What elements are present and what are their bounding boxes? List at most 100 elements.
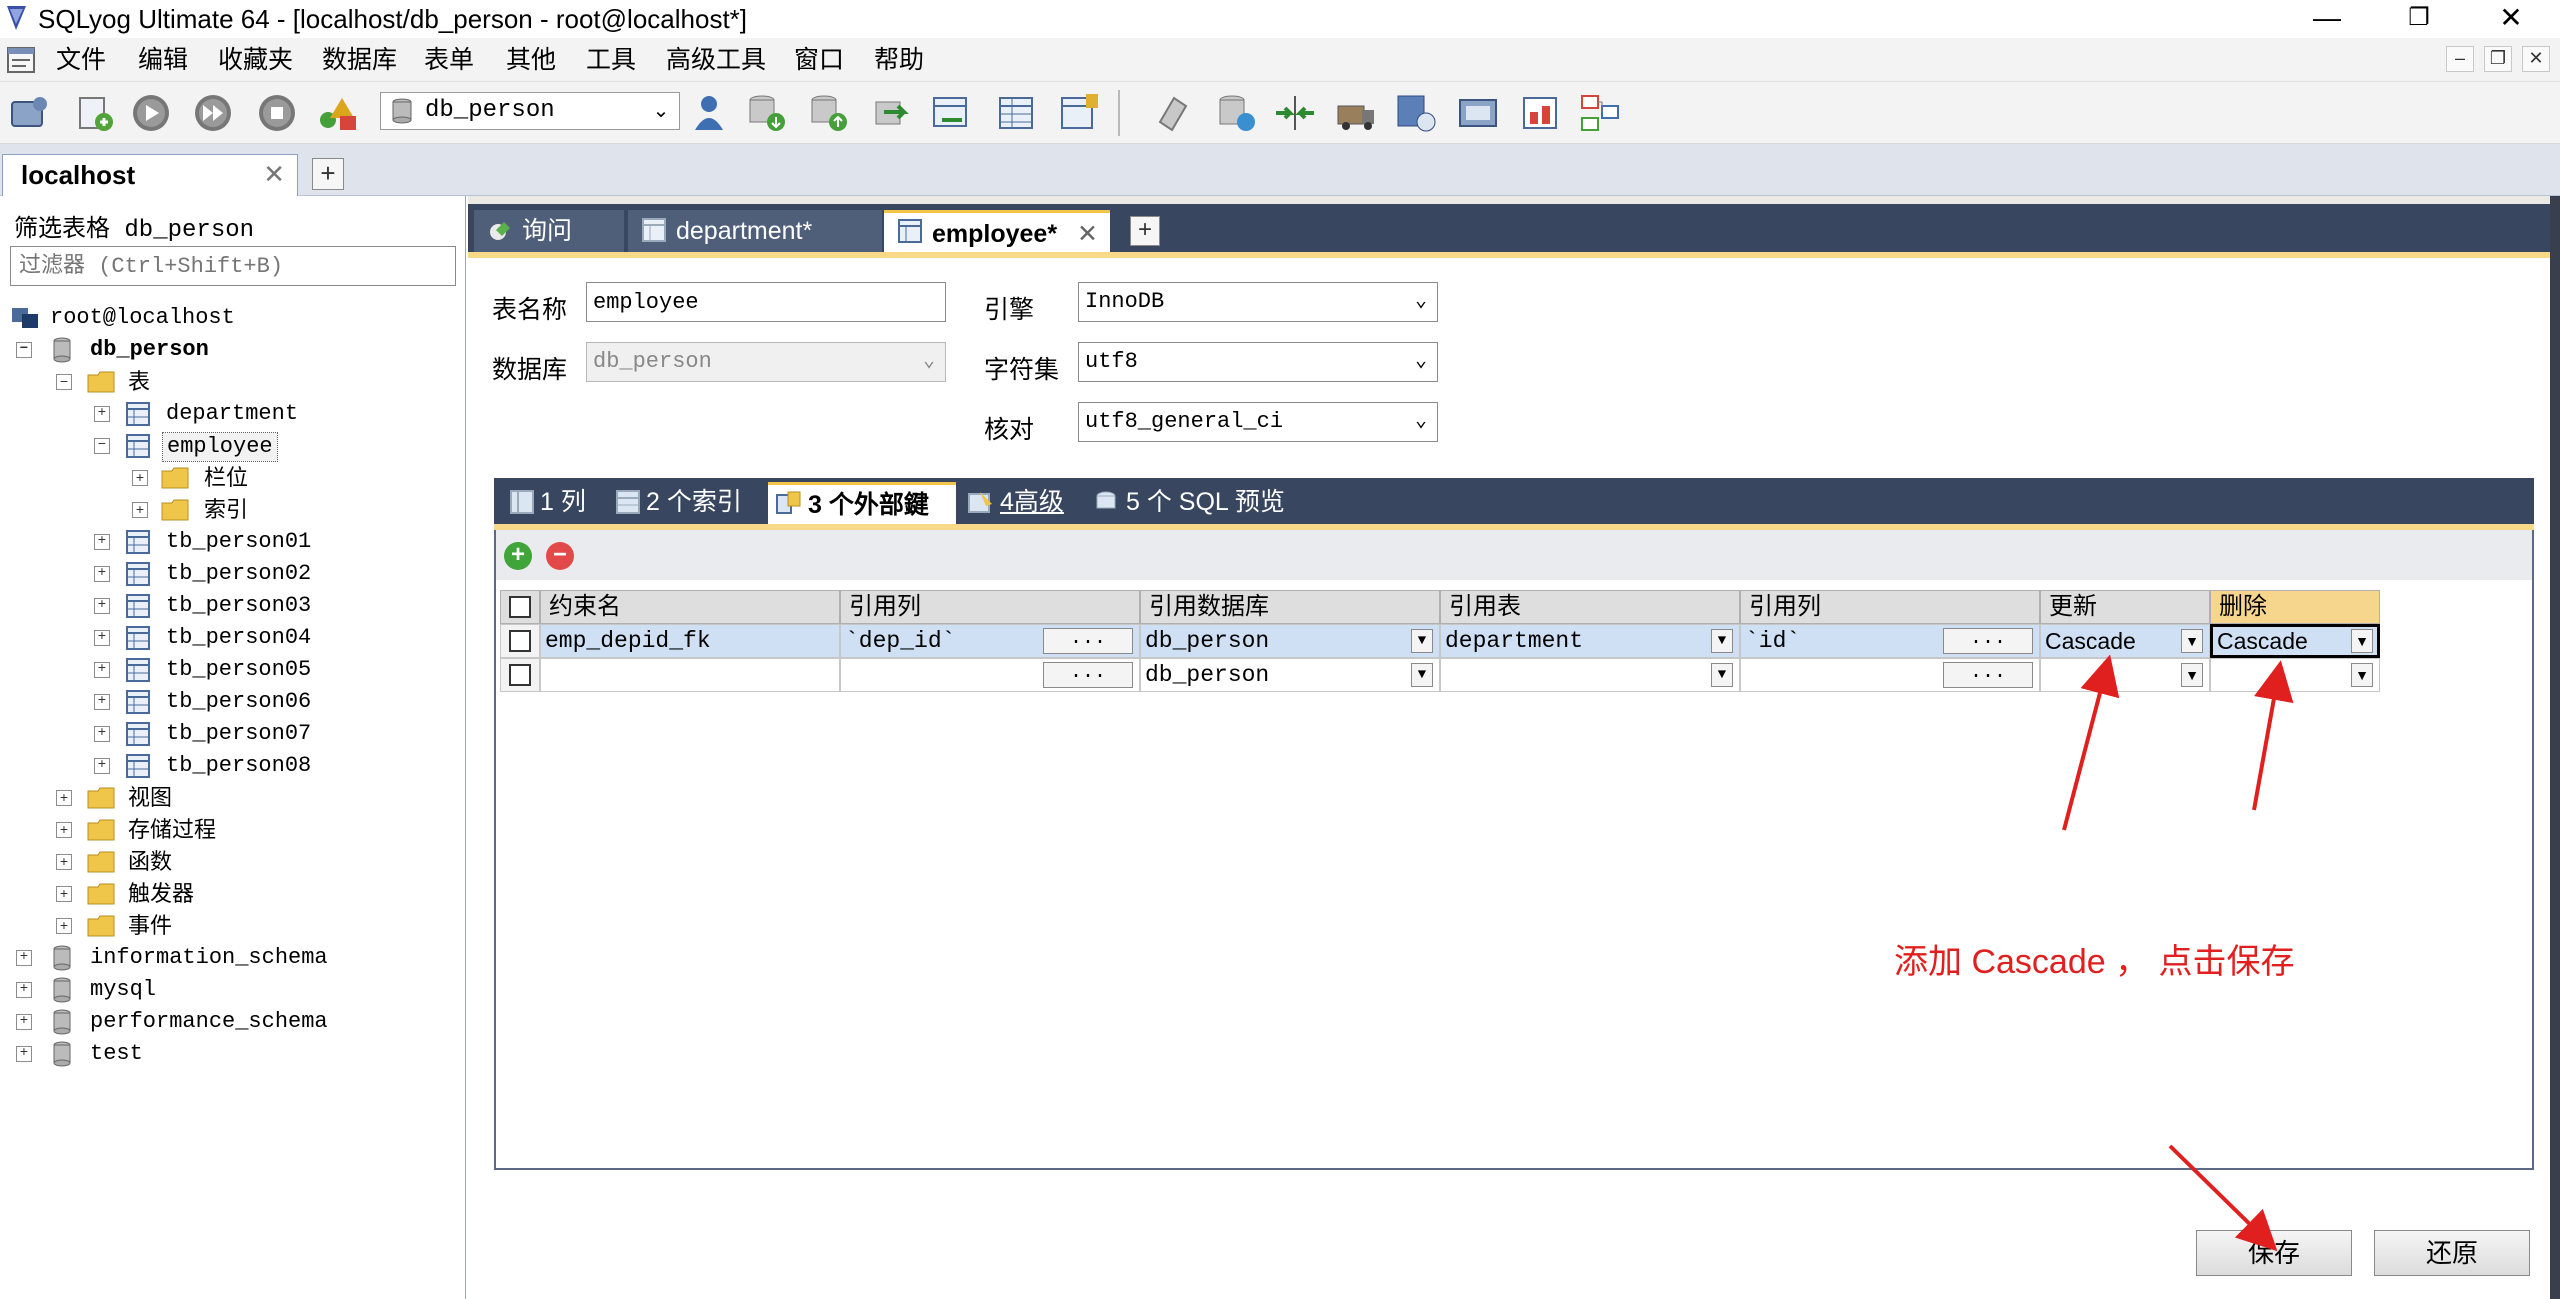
save-button[interactable]: 保存 xyxy=(2196,1230,2352,1276)
column-header-referencing-column[interactable]: 引用列 xyxy=(840,590,1140,624)
expand-toggle-icon[interactable]: + xyxy=(132,502,148,518)
row-select-cell[interactable] xyxy=(500,658,540,692)
row-checkbox[interactable] xyxy=(509,630,531,652)
row-select-cell[interactable] xyxy=(500,624,540,658)
expand-toggle-icon[interactable]: + xyxy=(56,790,72,806)
expand-toggle-icon[interactable]: + xyxy=(94,534,110,550)
expand-toggle-icon[interactable]: + xyxy=(56,918,72,934)
collapse-toggle-icon[interactable]: − xyxy=(56,374,72,390)
revert-button[interactable]: 还原 xyxy=(2374,1230,2530,1276)
expand-toggle-icon[interactable]: + xyxy=(16,982,32,998)
charset-select[interactable]: utf8 ⌄ xyxy=(1078,342,1438,382)
dropdown-arrow-icon[interactable]: ▼ xyxy=(2181,663,2203,687)
expand-toggle-icon[interactable]: + xyxy=(16,950,32,966)
expand-toggle-icon[interactable]: + xyxy=(94,694,110,710)
query-builder-icon[interactable] xyxy=(316,92,362,134)
tab-employee[interactable]: employee* ✕ xyxy=(884,210,1110,252)
maximize-button[interactable]: ❐ xyxy=(2384,0,2454,38)
scheduled-jobs-icon[interactable] xyxy=(1150,92,1196,134)
select-all-checkbox[interactable] xyxy=(509,596,531,618)
constraint-name-cell[interactable]: emp_depid_fk xyxy=(540,624,840,658)
dropdown-arrow-icon[interactable]: ▼ xyxy=(1711,629,1733,653)
collapse-toggle-icon[interactable]: − xyxy=(94,438,110,454)
collapse-toggle-icon[interactable]: − xyxy=(16,342,32,358)
table-schema-icon[interactable] xyxy=(1056,92,1102,134)
expand-toggle-icon[interactable]: + xyxy=(94,630,110,646)
on-update-cell[interactable]: ▼ xyxy=(2040,658,2210,692)
close-tab-icon[interactable]: ✕ xyxy=(263,159,285,190)
execute-all-icon[interactable] xyxy=(190,92,236,134)
expand-toggle-icon[interactable]: + xyxy=(16,1014,32,1030)
expand-toggle-icon[interactable]: + xyxy=(56,822,72,838)
menu-file[interactable]: 文件 xyxy=(56,44,106,76)
new-query-icon[interactable] xyxy=(72,92,118,134)
mdi-close-button[interactable]: ✕ xyxy=(2522,46,2550,72)
dropdown-arrow-icon[interactable]: ▼ xyxy=(2351,663,2373,687)
close-button[interactable]: ✕ xyxy=(2476,0,2546,38)
query-profiler-icon[interactable] xyxy=(1518,92,1564,134)
menu-window[interactable]: 窗口 xyxy=(794,44,844,76)
new-tab-button[interactable]: + xyxy=(1130,216,1160,246)
tab-columns[interactable]: 1 列 xyxy=(500,482,604,524)
mdi-restore-button[interactable]: ❐ xyxy=(2484,46,2512,72)
new-connection-tab-button[interactable]: + xyxy=(312,158,344,190)
column-header-constraint-name[interactable]: 约束名 xyxy=(540,590,840,624)
referencing-column-cell[interactable]: `dep_id` ... xyxy=(840,624,1140,658)
expand-toggle-icon[interactable]: + xyxy=(94,726,110,742)
schema-compare-icon[interactable] xyxy=(1272,92,1318,134)
menu-database[interactable]: 数据库 xyxy=(322,44,397,76)
select-all-header[interactable] xyxy=(500,590,540,624)
menu-favorites[interactable]: 收藏夹 xyxy=(218,44,293,76)
menu-tools[interactable]: 工具 xyxy=(586,44,636,76)
execute-query-icon[interactable] xyxy=(128,92,174,134)
referenced-table-cell[interactable]: department ▼ xyxy=(1440,624,1740,658)
tab-query[interactable]: 询问 xyxy=(474,210,624,252)
referenced-database-cell[interactable]: db_person ▼ xyxy=(1140,658,1440,692)
expand-toggle-icon[interactable]: + xyxy=(56,854,72,870)
db-sync-icon[interactable] xyxy=(1214,92,1260,134)
user-manager-icon[interactable] xyxy=(686,92,732,134)
dropdown-arrow-icon[interactable]: ▼ xyxy=(1711,663,1733,687)
tab-department[interactable]: department* xyxy=(628,210,882,252)
dropdown-arrow-icon[interactable]: ▼ xyxy=(1411,663,1433,687)
expand-toggle-icon[interactable]: + xyxy=(56,886,72,902)
tab-indexes[interactable]: 2 个索引 xyxy=(606,482,764,524)
expand-toggle-icon[interactable]: + xyxy=(132,470,148,486)
on-delete-cell[interactable]: ▼ xyxy=(2210,658,2380,692)
referenced-database-cell[interactable]: db_person ▼ xyxy=(1140,624,1440,658)
dropdown-arrow-icon[interactable]: ▼ xyxy=(1411,629,1433,653)
restore-database-icon[interactable] xyxy=(806,92,852,134)
pick-columns-button[interactable]: ... xyxy=(1943,628,2033,654)
referenced-column-cell[interactable]: `id` ... xyxy=(1740,624,2040,658)
expand-toggle-icon[interactable]: + xyxy=(94,598,110,614)
table-data-icon[interactable] xyxy=(994,92,1040,134)
column-header-referenced-table[interactable]: 引用表 xyxy=(1440,590,1740,624)
column-header-on-update[interactable]: 更新 xyxy=(2040,590,2210,624)
add-fk-button[interactable]: + xyxy=(504,542,532,570)
expand-toggle-icon[interactable]: + xyxy=(94,406,110,422)
notification-services-icon[interactable] xyxy=(1392,92,1438,134)
row-checkbox[interactable] xyxy=(509,664,531,686)
close-tab-icon[interactable]: ✕ xyxy=(1077,215,1098,253)
collation-select[interactable]: utf8_general_ci ⌄ xyxy=(1078,402,1438,442)
expand-toggle-icon[interactable]: + xyxy=(16,1046,32,1062)
minimize-button[interactable]: — xyxy=(2292,0,2362,38)
tab-advanced[interactable]: 4高级 xyxy=(960,482,1082,524)
expand-toggle-icon[interactable]: + xyxy=(94,662,110,678)
menu-advanced-tools[interactable]: 高级工具 xyxy=(666,44,766,76)
referenced-table-cell[interactable]: ▼ xyxy=(1440,658,1740,692)
database-selector[interactable]: db_person ⌄ xyxy=(380,92,680,130)
menu-edit[interactable]: 编辑 xyxy=(138,44,188,76)
on-delete-cell[interactable]: Cascade ▼ xyxy=(2210,624,2380,658)
connection-tab-localhost[interactable]: localhost ✕ xyxy=(2,154,298,196)
new-connection-icon[interactable] xyxy=(6,92,52,134)
filter-input[interactable] xyxy=(10,246,456,286)
sql-scheduler-icon[interactable] xyxy=(1456,92,1502,134)
column-header-referenced-database[interactable]: 引用数据库 xyxy=(1140,590,1440,624)
pick-columns-button[interactable]: ... xyxy=(1943,662,2033,688)
stop-query-icon[interactable] xyxy=(254,92,300,134)
tab-foreign-keys[interactable]: 3 个外部鍵 xyxy=(768,482,956,524)
tab-sql-preview[interactable]: 5 个 SQL 预览 xyxy=(1086,482,1300,524)
backup-database-icon[interactable] xyxy=(744,92,790,134)
menu-help[interactable]: 帮助 xyxy=(874,44,924,76)
